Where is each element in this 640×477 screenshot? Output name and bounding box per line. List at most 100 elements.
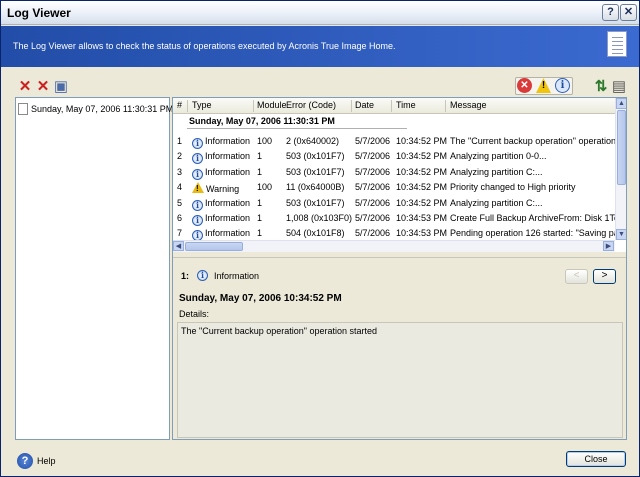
column-header-module[interactable]: Module	[257, 100, 287, 110]
page-icon	[18, 102, 28, 115]
export-icon[interactable]: ▤	[611, 79, 627, 95]
cell-type-label: Information	[205, 197, 251, 208]
tree-item-log[interactable]: Sunday, May 07, 2006 11:30:31 PM	[18, 101, 173, 116]
close-button[interactable]: Close	[566, 451, 626, 467]
cell-module: 100	[257, 136, 273, 146]
table-row[interactable]: 2 i Information 1 503 (0x101F7) 5/7/2006 10:34…	[173, 149, 615, 165]
filter-info-icon[interactable]: i	[555, 78, 570, 93]
cell-module: 1	[257, 151, 263, 162]
document-list-icon	[607, 31, 627, 57]
group-row: Sunday, May 07, 2006 11:30:31 PM	[187, 116, 407, 129]
scroll-left-arrow[interactable]: ◀	[173, 241, 184, 251]
info-icon: i	[192, 199, 203, 211]
column-header-num[interactable]: #	[177, 100, 182, 110]
cell-time: 10:34:52 PM	[396, 151, 448, 162]
title-help-button[interactable]: ?	[602, 4, 619, 21]
delete-all-logs-icon[interactable]: ✕	[35, 79, 51, 95]
cell-module: 1	[257, 213, 263, 223]
details-text: The "Current backup operation" operation…	[181, 326, 378, 336]
cell-date: 5/7/2006	[355, 182, 391, 193]
info-icon: i	[192, 168, 203, 180]
cell-time: 10:34:52 PM	[396, 136, 448, 146]
horizontal-scroll-thumb[interactable]	[185, 242, 243, 251]
table-row[interactable]: 6 i Information 1 1,008 (0x103F0) 5/7/2006 10:…	[173, 211, 615, 226]
cell-module: 1	[257, 197, 263, 208]
info-icon: i	[192, 153, 203, 165]
info-icon: i	[192, 138, 203, 149]
delete-log-icon[interactable]: ✕	[17, 79, 33, 95]
title-bar: Log Viewer ? ✕	[1, 1, 639, 25]
detail-entry-number: 1:	[181, 270, 190, 281]
cell-num: 3	[177, 166, 183, 177]
warning-icon: !	[192, 182, 204, 194]
cell-message: Pending operation 126 started: "Saving p…	[450, 228, 615, 239]
vertical-scrollbar[interactable]: ▲ ▼	[615, 98, 626, 240]
cell-time: 10:34:52 PM	[396, 166, 448, 177]
save-log-icon[interactable]: ▣	[53, 79, 69, 95]
cell-error: 504 (0x101F8)	[286, 228, 345, 239]
sort-icon[interactable]: ⇅	[593, 79, 609, 95]
cell-message: Create Full Backup ArchiveFrom: Disk 1To…	[450, 213, 615, 223]
cell-date: 5/7/2006	[355, 228, 391, 239]
cell-type-label: Information	[205, 213, 251, 223]
column-header-date[interactable]: Date	[355, 100, 374, 110]
cell-time: 10:34:52 PM	[396, 182, 448, 193]
table-row[interactable]: 3 i Information 1 503 (0x101F7) 5/7/2006 10:34…	[173, 165, 615, 180]
cell-module: 100	[257, 182, 273, 193]
scroll-up-arrow[interactable]: ▲	[616, 98, 626, 109]
cell-module: 1	[257, 228, 263, 239]
cell-date: 5/7/2006	[355, 197, 391, 208]
cell-num: 4	[177, 182, 183, 193]
entry-detail-panel: 1: i Information < > Sunday, May 07, 200…	[173, 257, 626, 439]
cell-message: Analyzing partition C:...	[450, 197, 543, 208]
cell-type: i Information	[192, 198, 250, 211]
cell-date: 5/7/2006	[355, 136, 391, 146]
help-link[interactable]: ? Help	[17, 453, 56, 469]
cell-num: 2	[177, 151, 183, 162]
banner-text: The Log Viewer allows to check the statu…	[13, 41, 396, 51]
previous-entry-button[interactable]: <	[565, 269, 588, 284]
cell-type: i Information	[192, 167, 250, 180]
column-header-message[interactable]: Message	[450, 100, 487, 110]
column-header-time[interactable]: Time	[396, 100, 416, 110]
scroll-right-arrow[interactable]: ▶	[603, 241, 614, 251]
cell-error: 503 (0x101F7)	[286, 151, 345, 162]
cell-num: 6	[177, 213, 183, 223]
cell-time: 10:34:52 PM	[396, 197, 448, 208]
cell-type: i Information	[192, 213, 250, 226]
cell-date: 5/7/2006	[355, 166, 391, 177]
detail-date: Sunday, May 07, 2006 10:34:52 PM	[179, 293, 342, 304]
cell-message: The "Current backup operation" operation…	[450, 136, 615, 146]
help-label: Help	[37, 456, 56, 466]
cell-type-label: Information	[205, 151, 251, 162]
cell-error: 1,008 (0x103F0)	[286, 213, 353, 223]
cell-time: 10:34:53 PM	[396, 213, 448, 223]
info-icon: i	[192, 215, 203, 226]
cell-message: Analyzing partition 0-0...	[450, 151, 547, 162]
table-row[interactable]: 1 i Information 100 2 (0x640002) 5/7/2006 10:3…	[173, 134, 615, 149]
next-entry-button[interactable]: >	[593, 269, 616, 284]
cell-date: 5/7/2006	[355, 213, 391, 223]
cell-message: Priority changed to High priority	[450, 182, 576, 193]
window-title: Log Viewer	[7, 6, 71, 20]
cell-num: 1	[177, 136, 183, 146]
column-header-type[interactable]: Type	[192, 100, 212, 110]
cell-type-label: Information	[205, 136, 251, 146]
log-viewer-window: Log Viewer ? ✕ The Log Viewer allows to …	[0, 0, 640, 477]
cell-num: 7	[177, 228, 183, 239]
scroll-down-arrow[interactable]: ▼	[616, 229, 626, 240]
cell-type-label: Information	[205, 228, 251, 239]
cell-type: ! Warning	[192, 182, 239, 194]
cell-error: 503 (0x101F7)	[286, 166, 345, 177]
title-close-button[interactable]: ✕	[620, 4, 637, 21]
vertical-scroll-thumb[interactable]	[617, 110, 626, 185]
horizontal-scrollbar[interactable]: ◀ ▶	[173, 240, 615, 252]
details-box: The "Current backup operation" operation…	[177, 322, 623, 438]
table-row[interactable]: 4! Warning 100 11 (0x64000B) 5/7/2006 10:34:5…	[173, 180, 615, 195]
column-header-error[interactable]: Error (Code)	[286, 100, 336, 110]
details-label: Details:	[179, 309, 210, 319]
cell-message: Analyzing partition C:...	[450, 166, 543, 177]
table-row[interactable]: 5 i Information 1 503 (0x101F7) 5/7/2006 10:34…	[173, 196, 615, 211]
filter-errors-icon[interactable]: ✕	[517, 78, 532, 93]
cell-type: i Information	[192, 136, 250, 149]
